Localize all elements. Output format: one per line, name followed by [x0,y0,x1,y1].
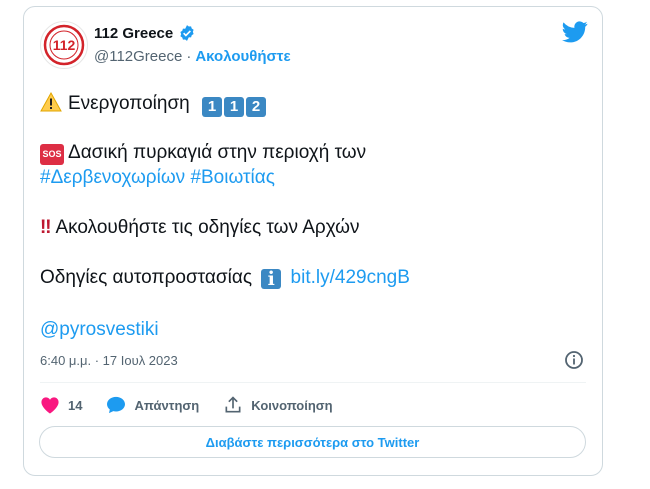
reply-bubble-icon [107,396,126,414]
hashtag-link[interactable]: #Βοιωτίας [190,167,274,188]
verified-badge-icon [180,25,194,41]
activation-line: Ενεργοποίηση 112 [40,91,267,119]
double-exclamation-icon: ‼ [40,217,52,238]
mention-link[interactable]: @pyrosvestiki [40,319,159,340]
share-button[interactable]: Κοινοποίηση [223,395,333,415]
follow-instructions-text: Ακολουθήστε τις οδηγίες των Αρχών [55,217,360,238]
heart-icon [41,397,59,414]
author-name-row[interactable]: 112 Greece [94,24,196,42]
keycap-2-icon: 2 [246,97,267,117]
warning-icon [40,91,62,119]
keycap-1-icon: 1 [202,97,223,117]
follow-button[interactable]: Ακολουθήστε [195,48,290,65]
keycap-1-icon: 1 [224,97,245,117]
author-name[interactable]: 112 Greece [94,25,173,42]
twitter-bird-icon[interactable] [562,21,588,43]
handle-separator: · [186,48,192,65]
author-handle[interactable]: @112Greece [94,48,182,65]
avatar[interactable]: 112 [40,21,88,69]
fire-line: SOS Δασική πυρκαγιά στην περιοχή των [40,140,366,165]
like-count: 14 [68,397,83,413]
tweet-card: 112 112 Greece @112Greece · Ακολουθήστε … [23,6,603,476]
hashtags-line: #Δερβενοχωρίων #Βοιωτίας [40,165,275,190]
info-circle-icon[interactable] [564,350,584,370]
action-bar: 14 Απάντηση Κοινοποίηση [40,394,357,416]
fire-text: Δασική πυρκαγιά στην περιοχή των [68,142,367,163]
mention-line: @pyrosvestiki [40,317,159,342]
share-icon [225,396,241,413]
reply-button[interactable]: Απάντηση [106,396,199,414]
avatar-logo-icon: 112 [43,24,85,66]
activation-text: Ενεργοποίηση [68,93,190,114]
like-button[interactable]: 14 [40,396,82,414]
sos-badge-icon: SOS [40,144,64,165]
reply-label: Απάντηση [134,397,200,413]
external-link[interactable]: bit.ly/429cngB [291,267,410,288]
info-badge-icon: i [261,269,282,289]
hashtag-link[interactable]: #Δερβενοχωρίων [40,167,185,188]
read-more-button[interactable]: Διαβάστε περισσότερα στο Twitter [39,426,586,458]
timestamp[interactable]: 6:40 μ.μ. · 17 Ιουλ 2023 [40,353,178,368]
self-protection-line: Οδηγίες αυτοπροστασίας i bit.ly/429cngB [40,265,410,290]
avatar-text: 112 [53,37,76,53]
follow-instructions-line: ‼ Ακολουθήστε τις οδηγίες των Αρχών [40,215,360,240]
divider [40,382,586,383]
author-handle-row: @112Greece · Ακολουθήστε [94,48,291,65]
share-label: Κοινοποίηση [251,397,333,413]
self-protection-text: Οδηγίες αυτοπροστασίας [40,267,252,288]
